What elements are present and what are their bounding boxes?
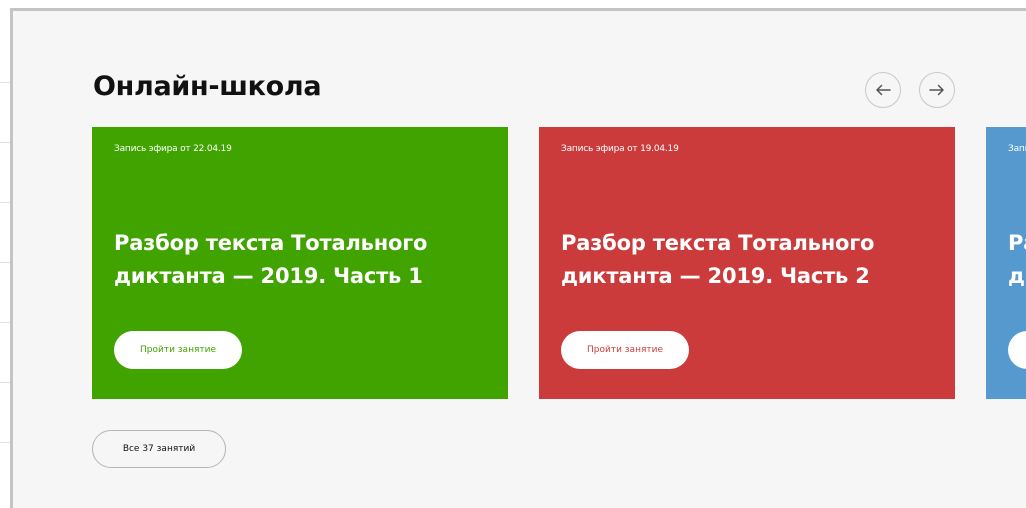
card-title: Разбор текста Тотального диктанта — 2019… [114, 231, 428, 288]
edge-divider [0, 202, 10, 203]
card-title: Ра д [1008, 231, 1026, 288]
section-title: Онлайн-школа [93, 71, 322, 102]
edge-divider [0, 442, 10, 443]
edge-divider [0, 322, 10, 323]
edge-divider [0, 82, 10, 83]
arrow-left-icon [876, 84, 891, 96]
carousel-prev-button[interactable] [865, 72, 901, 108]
lesson-card[interactable]: Запись эфира от 19.04.19 Разбор текста Т… [539, 127, 955, 399]
card-date: Запись эфира от 22.04.19 [114, 144, 232, 154]
arrow-right-icon [929, 84, 944, 96]
left-edge-strip [0, 0, 10, 502]
card-date: Запи [1008, 144, 1026, 154]
lesson-card[interactable]: Запи Ра д [986, 127, 1026, 399]
start-lesson-button[interactable] [1008, 331, 1026, 369]
start-lesson-button[interactable]: Пройти занятие [114, 331, 242, 369]
lesson-card[interactable]: Запись эфира от 22.04.19 Разбор текста Т… [92, 127, 508, 399]
all-lessons-button[interactable]: Все 37 занятий [92, 430, 226, 468]
edge-divider [0, 142, 10, 143]
carousel-next-button[interactable] [919, 72, 955, 108]
start-lesson-button[interactable]: Пройти занятие [561, 331, 689, 369]
edge-divider [0, 382, 10, 383]
card-title: Разбор текста Тотального диктанта — 2019… [561, 231, 875, 288]
card-date: Запись эфира от 19.04.19 [561, 144, 679, 154]
online-school-section: Онлайн-школа Запись эфира от 22.04.19 Ра… [10, 8, 1026, 508]
edge-divider [0, 262, 10, 263]
